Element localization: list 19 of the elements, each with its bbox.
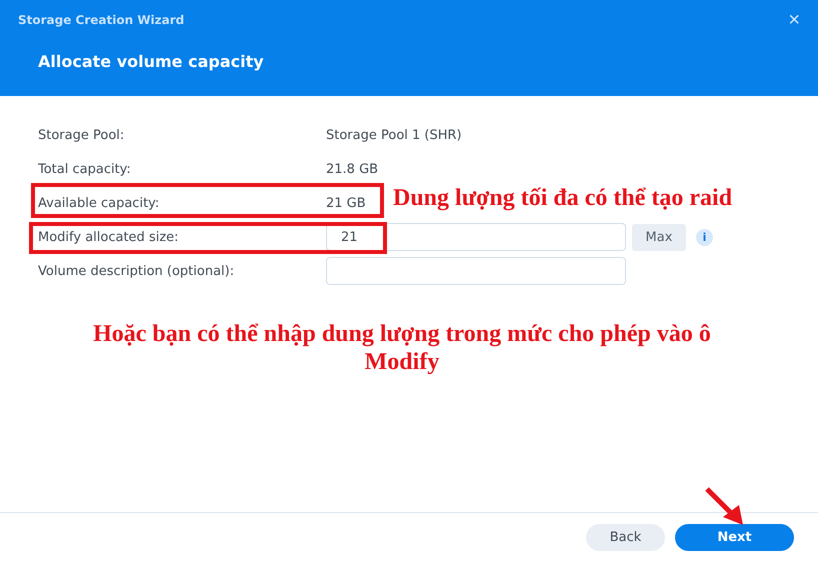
field-value: Storage Pool 1 (SHR) bbox=[326, 128, 462, 142]
field-label: Volume description (optional): bbox=[38, 264, 236, 278]
field-value: 21 GB bbox=[326, 196, 366, 210]
max-button[interactable]: Max bbox=[632, 224, 686, 250]
step-heading: Allocate volume capacity bbox=[37, 51, 265, 71]
field-label: Total capacity: bbox=[38, 162, 132, 176]
window-title: Storage Creation Wizard bbox=[18, 13, 184, 27]
field-value: 21.8 GB bbox=[326, 162, 378, 176]
next-button[interactable]: Next bbox=[675, 524, 794, 550]
back-button[interactable]: Back bbox=[586, 524, 665, 550]
info-icon[interactable]: i bbox=[696, 228, 713, 246]
close-button[interactable]: × bbox=[788, 10, 800, 30]
field-label: Available capacity: bbox=[38, 196, 160, 210]
field-label: Storage Pool: bbox=[38, 128, 126, 142]
annotation-text: Hoặc bạn có thể nhập dung lượng trong mức cho phép vào ô Modify bbox=[92, 320, 712, 376]
annotation-text: Dung lượng tối đa có thể tạo raid bbox=[393, 184, 732, 212]
field-label: Modify allocated size: bbox=[38, 230, 180, 244]
input-field[interactable] bbox=[326, 257, 626, 285]
input-field[interactable]: 21 bbox=[326, 223, 626, 251]
